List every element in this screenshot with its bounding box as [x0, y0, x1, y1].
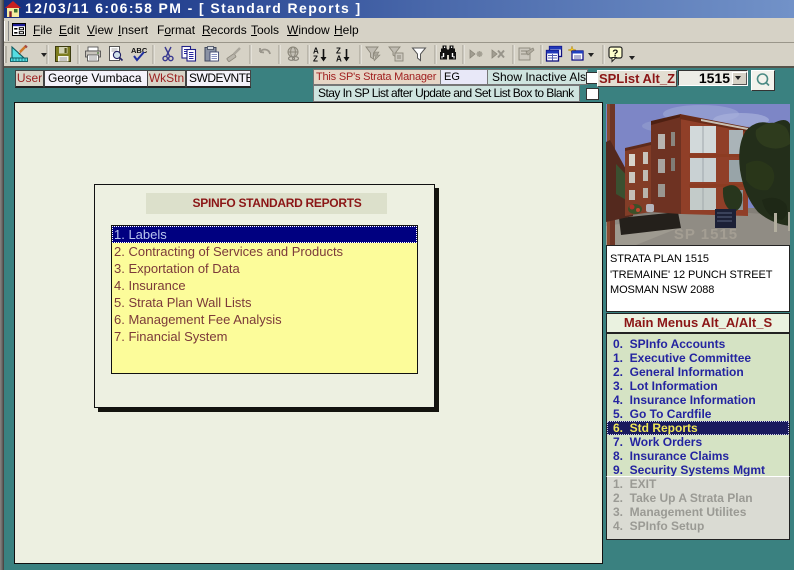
svg-text:SP 1515: SP 1515: [674, 226, 738, 243]
